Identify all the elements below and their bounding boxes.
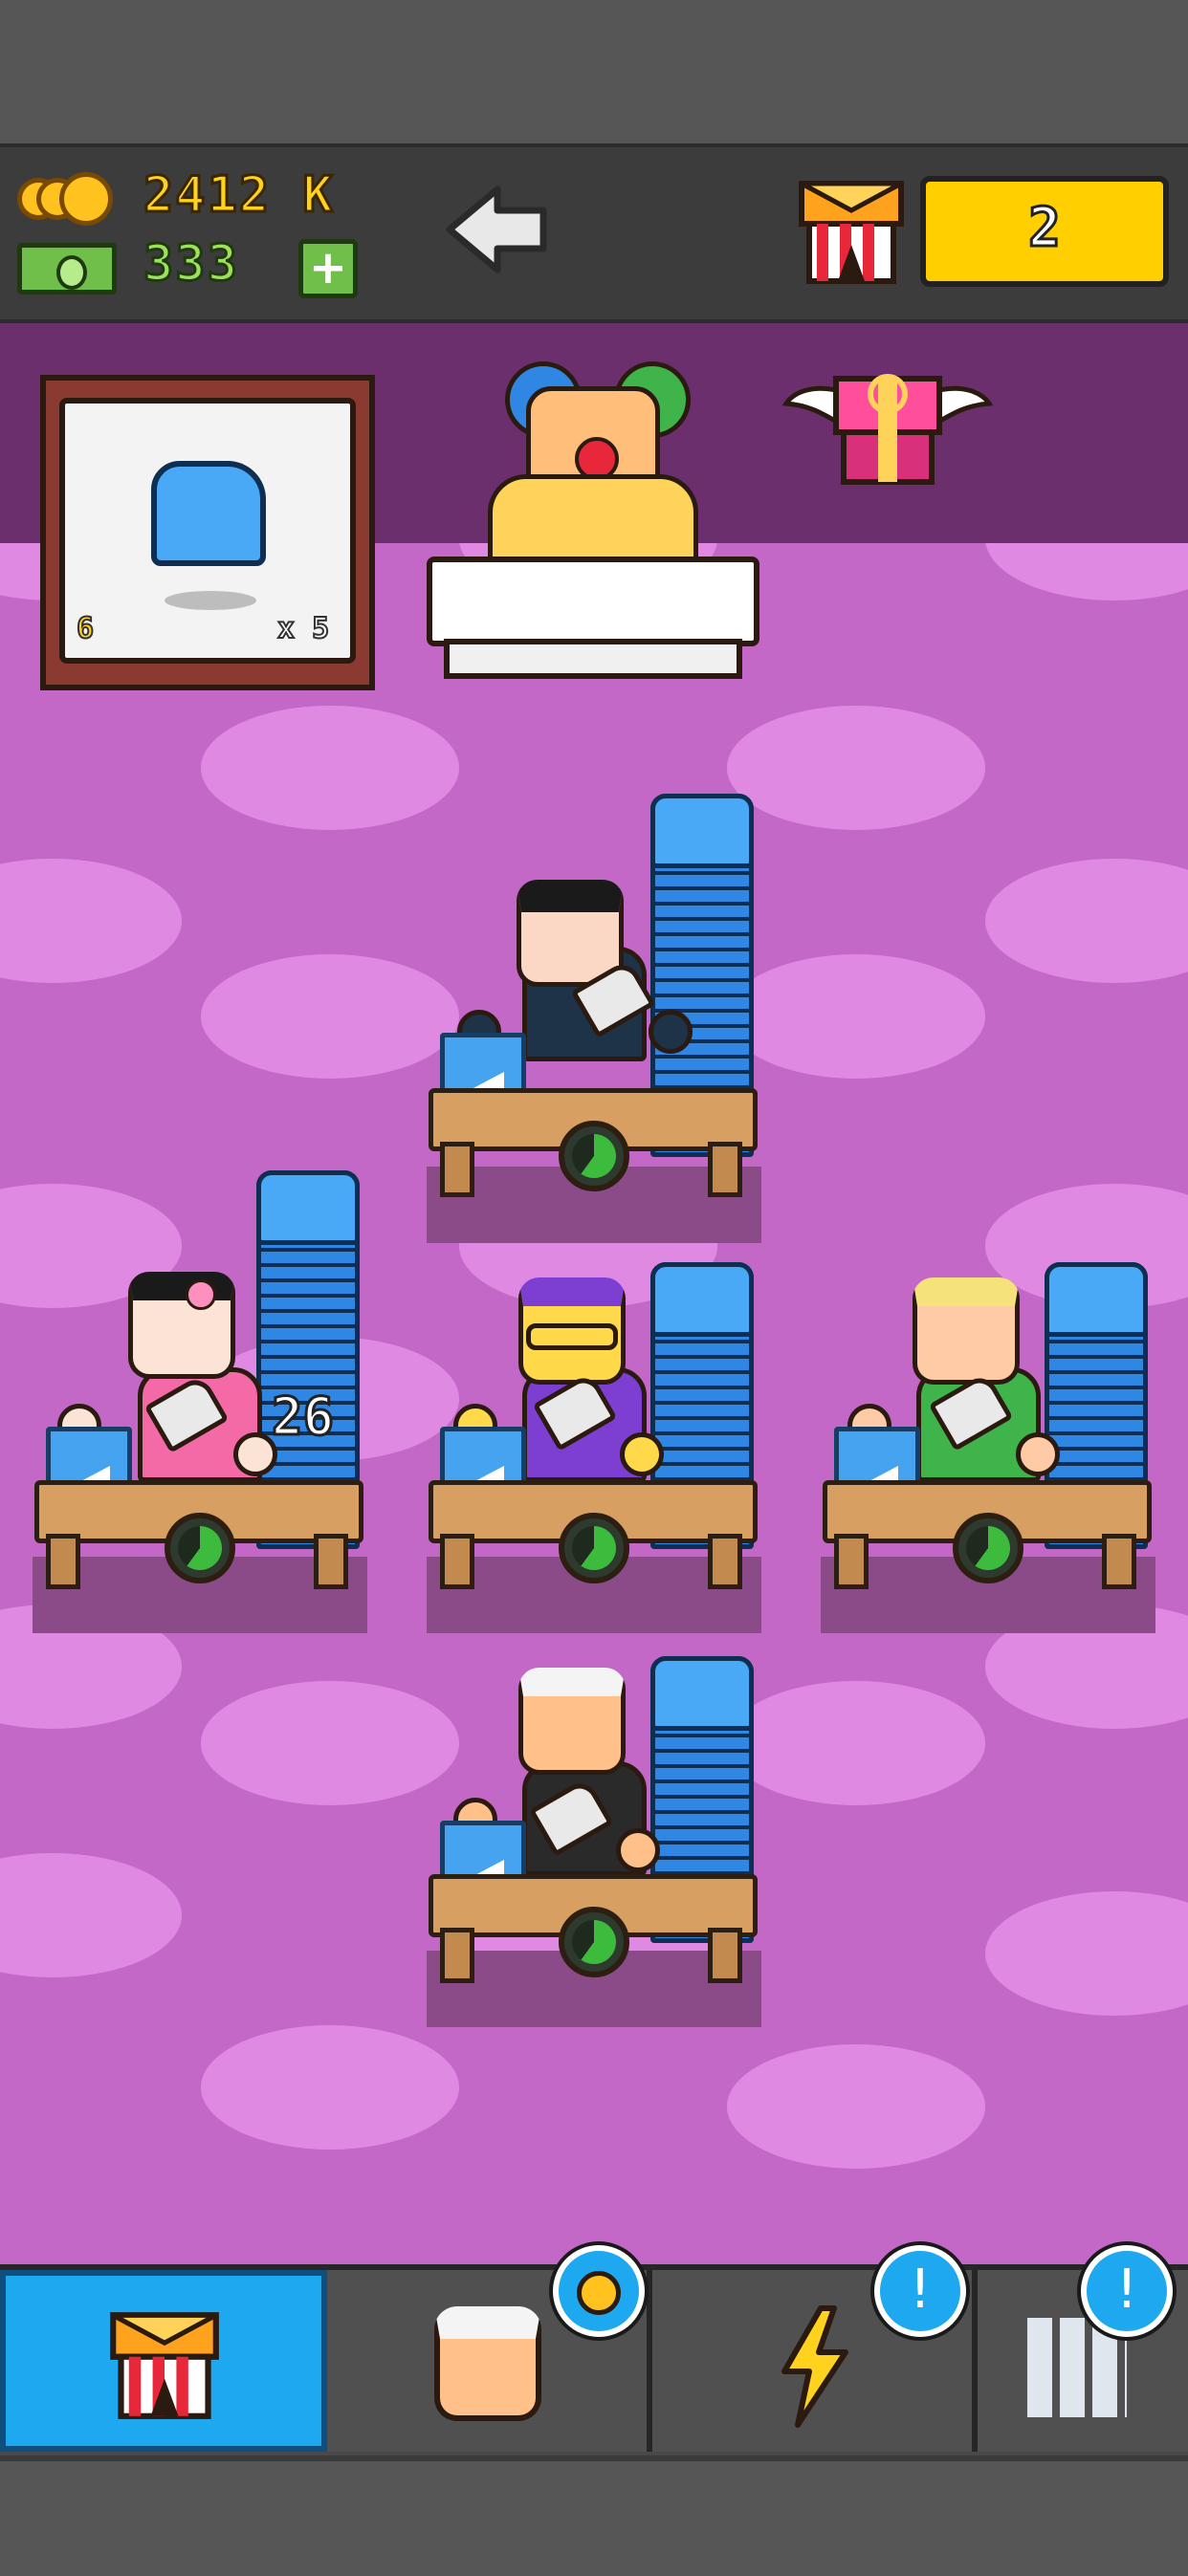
- flower-icon: [186, 1279, 216, 1310]
- clown-manager[interactable]: [427, 352, 759, 696]
- worker-head: [128, 1272, 235, 1379]
- worker-hand: [649, 1010, 693, 1054]
- back-arrow-icon: [446, 186, 547, 273]
- winged-gift-icon: [781, 374, 994, 485]
- level-number: 2: [1027, 196, 1063, 261]
- alert-badge-icon[interactable]: !: [1081, 2245, 1173, 2337]
- worker-hand: [616, 1828, 660, 1872]
- system-nav-area: [0, 2456, 1188, 2576]
- worker-hand: [1016, 1432, 1060, 1476]
- status-bar: [0, 0, 1188, 143]
- circus-tent-icon: [110, 2312, 219, 2419]
- workstation[interactable]: [427, 784, 761, 1243]
- worker-head: [518, 1668, 626, 1775]
- worker-head: [913, 1277, 1020, 1385]
- production-timer: [559, 1121, 629, 1191]
- shadow: [165, 591, 256, 610]
- alert-badge-icon[interactable]: !: [874, 2245, 966, 2337]
- item-multiplier: x 5: [276, 611, 330, 646]
- production-timer: [559, 1907, 629, 1977]
- clown-desk: [427, 557, 759, 646]
- items-left-count: 6: [76, 611, 95, 646]
- workstation[interactable]: [427, 1262, 761, 1635]
- cash-icon: [17, 243, 117, 295]
- level-bar: 2: [920, 176, 1169, 287]
- worker-avatar-icon: [434, 2306, 541, 2421]
- flying-gift-button[interactable]: [781, 365, 994, 490]
- plus-icon: +: [308, 241, 348, 295]
- production-timer: [165, 1513, 235, 1583]
- workstation[interactable]: [821, 1262, 1155, 1635]
- production-timer: [559, 1513, 629, 1583]
- worker-hand: [620, 1432, 664, 1476]
- production-timer: [953, 1513, 1023, 1583]
- workstation[interactable]: 26: [33, 1157, 367, 1635]
- circus-tent-icon: [796, 176, 907, 287]
- preview-board[interactable]: 6 x 5: [40, 375, 375, 690]
- cash-amount: 333: [143, 234, 239, 295]
- coins-amount: 2412 K: [143, 165, 335, 226]
- elephant-plush-icon: [151, 461, 266, 566]
- medal-badge-icon[interactable]: [553, 2245, 645, 2337]
- add-cash-button[interactable]: +: [298, 239, 358, 298]
- glasses-icon: [526, 1323, 618, 1350]
- tab-circus[interactable]: [0, 2270, 327, 2452]
- back-arrow-button[interactable]: [442, 182, 551, 277]
- floating-count: 26: [270, 1386, 335, 1449]
- top-hud: 2412 K 333 + 2: [0, 143, 1188, 327]
- coins-icon: [17, 172, 122, 226]
- workstation[interactable]: [427, 1656, 761, 2029]
- lightning-icon: [781, 2305, 848, 2428]
